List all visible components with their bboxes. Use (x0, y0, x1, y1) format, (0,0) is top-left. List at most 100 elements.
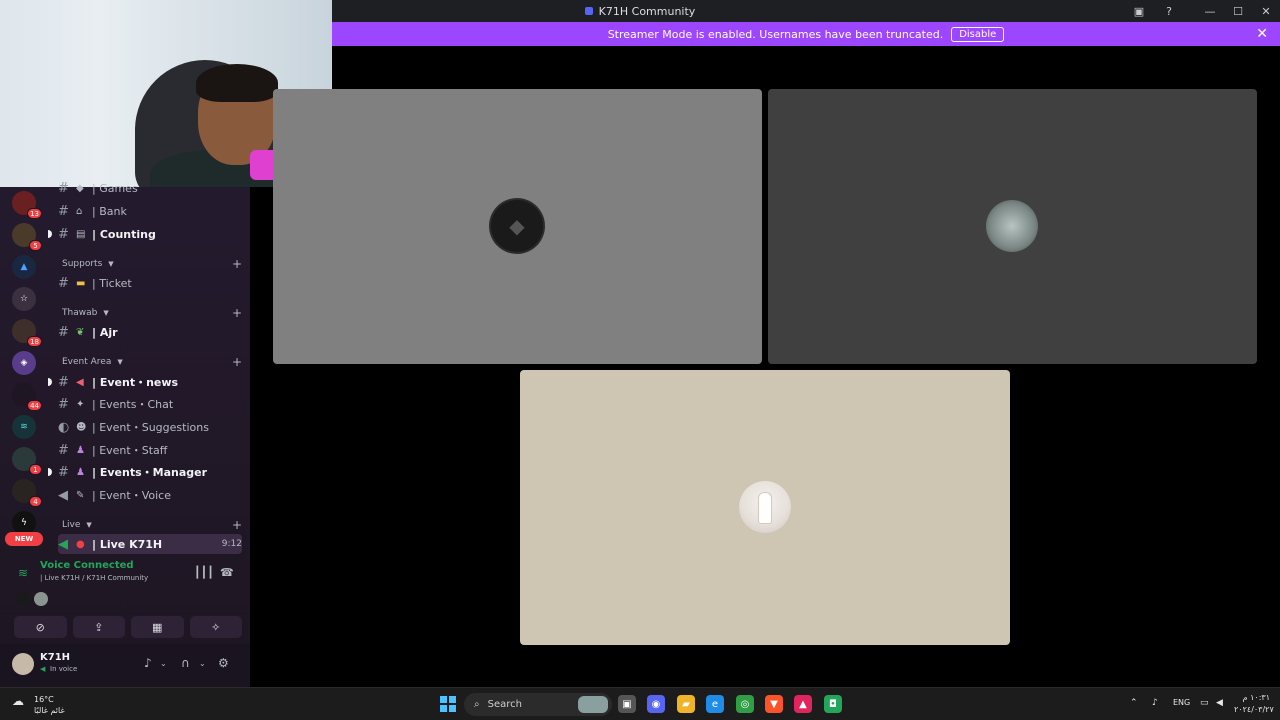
server-icon-1[interactable]: 13 (12, 191, 42, 219)
chevron-down-icon: ▼ (103, 309, 109, 317)
channel-events-manager[interactable]: # ♟ | Events・Manager (58, 462, 242, 482)
channel-counting[interactable]: # ▤ | Counting (58, 224, 242, 244)
help-icon[interactable]: ? (1154, 0, 1184, 22)
chevron-down-icon[interactable]: ⌄ (160, 659, 167, 668)
streamer-mode-banner: Streamer Mode is enabled. Usernames have… (332, 22, 1280, 46)
voice-member-avatar[interactable] (34, 592, 48, 606)
window-title-text: K71H Community (598, 4, 696, 18)
channel-live-k71h[interactable]: ◀ ● | Live K71H 9:12 (58, 534, 242, 554)
server-icon-5[interactable]: 18 (12, 319, 42, 347)
add-channel-icon[interactable]: + (232, 306, 242, 320)
start-button[interactable] (440, 696, 456, 712)
clock[interactable]: ١٠:٣١ م ٢٠٢٤/٠٣/٢٧ (1234, 692, 1274, 716)
voice-status[interactable]: Voice Connected (40, 560, 134, 571)
server-icon-10[interactable]: 4 (12, 479, 42, 507)
avatar[interactable] (12, 653, 34, 675)
voice-channel-path[interactable]: | Live K71H / K71H Community (40, 574, 148, 582)
headphones-icon[interactable]: ∩ (181, 656, 190, 670)
voice-participant-tile[interactable] (768, 89, 1257, 364)
bank-icon: ⌂ (76, 205, 83, 217)
noise-suppression-icon[interactable]: ┃┃┃ (194, 566, 214, 579)
category-live[interactable]: Live ▼ + (62, 518, 242, 532)
hash-icon: # (58, 226, 69, 242)
channel-event-staff[interactable]: # ♟ | Event・Staff (58, 440, 242, 460)
channel-event-suggestions[interactable]: ◐ ☻ | Event・Suggestions (58, 417, 242, 437)
speaker-icon: ◀ (58, 536, 68, 552)
discord-icon[interactable]: ◉ (647, 695, 665, 713)
gear-icon[interactable]: ⚙ (218, 656, 229, 670)
user-panel: K71H ◀ In voice ♪ ⌄ ∩ ⌄ ⚙ (0, 644, 250, 687)
category-supports[interactable]: Supports ▼ + (62, 257, 242, 271)
hash-icon: # (58, 396, 69, 412)
file-explorer-icon[interactable]: ▰ (677, 695, 695, 713)
brave-icon[interactable]: ▼ (765, 695, 783, 713)
volume-icon[interactable]: ◀ (1216, 698, 1223, 708)
close-banner-button[interactable]: ✕ (1256, 26, 1268, 42)
add-channel-icon[interactable]: + (232, 518, 242, 532)
hash-icon: # (58, 374, 69, 390)
time: ١٠:٣١ م (1242, 693, 1270, 702)
network-icon[interactable]: ▭ (1200, 698, 1209, 708)
new-badge: NEW (5, 532, 43, 546)
taskbar-search[interactable]: ⌕ Search (464, 693, 612, 716)
chevron-down-icon[interactable]: ⌄ (199, 659, 206, 668)
counting-icon: ▤ (76, 228, 86, 240)
mention-badge: 1 (29, 464, 42, 475)
activities-icon[interactable]: ▦ (131, 616, 184, 638)
server-icon (584, 7, 593, 15)
server-icon-7[interactable]: 44 (12, 383, 42, 411)
microphone-icon[interactable]: ♪ (1152, 698, 1158, 708)
search-highlight-image (578, 696, 608, 713)
channel-ticket[interactable]: # ▬ | Ticket (58, 273, 242, 293)
server-icon-8[interactable]: ≋ (12, 415, 36, 439)
microphone-icon[interactable]: ♪ (144, 656, 152, 670)
close-window-button[interactable]: ✕ (1252, 0, 1280, 22)
server-icon-3[interactable]: ▲ (12, 255, 36, 279)
voice-participant-tile[interactable]: ◆ (273, 89, 762, 364)
channel-events-chat[interactable]: # ✦ | Events・Chat (58, 394, 242, 414)
channel-ajr[interactable]: # ❦ | Ajr (58, 322, 242, 342)
hash-icon: # (58, 464, 69, 480)
channel-event-news[interactable]: # ◀ | Event・news (58, 372, 242, 392)
camera-off-icon[interactable]: ⊘ (14, 616, 67, 638)
mention-badge: 13 (27, 208, 42, 219)
participant-avatar (986, 200, 1038, 252)
chevron-up-icon[interactable]: ⌃ (1130, 698, 1138, 708)
voice-member-avatar[interactable] (16, 592, 30, 606)
server-icon-6[interactable]: ◈ (12, 351, 36, 375)
server-icon-2[interactable]: 5 (12, 223, 42, 251)
mention-badge: 44 (27, 400, 42, 411)
signal-icon[interactable]: ≋ (18, 566, 28, 580)
minimize-button[interactable]: — (1196, 0, 1224, 22)
inbox-icon[interactable]: ▣ (1124, 0, 1154, 22)
batman-avatar: ◆ (491, 200, 543, 252)
category-thawab[interactable]: Thawab ▼ + (62, 306, 242, 320)
soundboard-icon[interactable]: ✧ (189, 616, 242, 638)
screen-share-icon[interactable]: ⇪ (72, 616, 125, 638)
voice-connected-panel: ≋ Voice Connected | Live K71H / K71H Com… (8, 554, 242, 644)
weather-condition: غائم غالبًا (34, 706, 65, 715)
channel-games[interactable]: # ◆ | Games (58, 178, 242, 198)
suggestion-icon: ☻ (76, 421, 87, 433)
category-event-area[interactable]: Event Area ▼ + (62, 355, 242, 369)
chrome-icon[interactable]: ◎ (736, 695, 754, 713)
app-icon-green[interactable]: ◘ (824, 695, 842, 713)
add-channel-icon[interactable]: + (232, 257, 242, 271)
disconnect-icon[interactable]: ☎ (220, 566, 234, 579)
hash-icon: # (58, 203, 69, 219)
add-channel-icon[interactable]: + (232, 355, 242, 369)
disable-streamer-mode-button[interactable]: Disable (951, 26, 1005, 42)
task-view-icon[interactable]: ▣ (618, 695, 636, 713)
app-icon[interactable]: ▲ (794, 695, 812, 713)
channel-bank[interactable]: # ⌂ | Bank (58, 201, 242, 221)
server-icon-4[interactable]: ☆ (12, 287, 36, 311)
edge-icon[interactable]: e (706, 695, 724, 713)
server-icon-9[interactable]: 1 (12, 447, 42, 475)
username[interactable]: K71H (40, 652, 70, 663)
channel-event-voice[interactable]: ◀ ✎ | Event・Voice (58, 485, 242, 505)
maximize-button[interactable]: ☐ (1224, 0, 1252, 22)
games-emoji-icon: ◆ (76, 182, 84, 194)
voice-participant-tile[interactable] (520, 370, 1010, 645)
language-indicator[interactable]: ENG (1173, 698, 1190, 707)
